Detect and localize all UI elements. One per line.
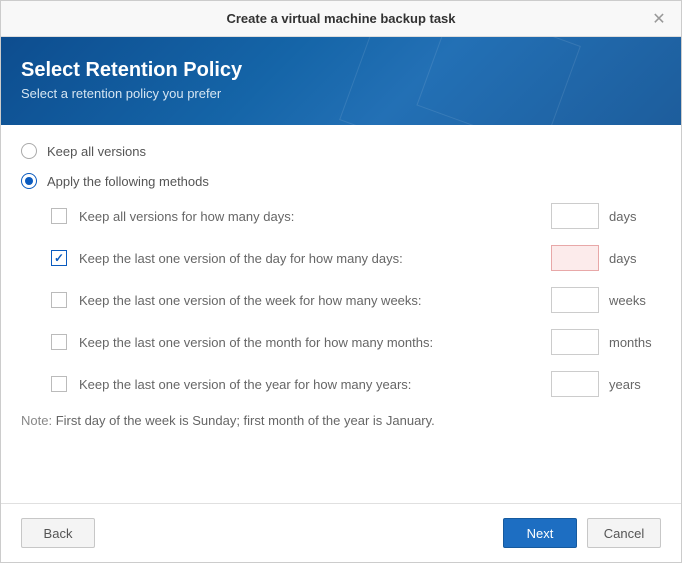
banner-subheading: Select a retention policy you prefer xyxy=(21,86,661,101)
note-body: First day of the week is Sunday; first m… xyxy=(56,413,435,428)
unit-label: weeks xyxy=(609,293,661,308)
radio-label: Keep all versions xyxy=(47,144,146,159)
radio-keep-all[interactable]: Keep all versions xyxy=(21,143,661,159)
method-row: Keep the last one version of the week fo… xyxy=(51,287,661,313)
method-input[interactable] xyxy=(551,329,599,355)
next-button[interactable]: Next xyxy=(503,518,577,548)
content-panel: Keep all versions Apply the following me… xyxy=(1,125,681,503)
cancel-button[interactable]: Cancel xyxy=(587,518,661,548)
window-title: Create a virtual machine backup task xyxy=(226,11,455,26)
radio-icon[interactable] xyxy=(21,173,37,189)
checkbox[interactable] xyxy=(51,292,67,308)
method-row: Keep the last one version of the day for… xyxy=(51,245,661,271)
method-row: Keep the last one version of the year fo… xyxy=(51,371,661,397)
unit-label: years xyxy=(609,377,661,392)
checkbox[interactable] xyxy=(51,208,67,224)
radio-apply-methods[interactable]: Apply the following methods xyxy=(21,173,661,189)
method-input[interactable] xyxy=(551,371,599,397)
method-row: Keep the last one version of the month f… xyxy=(51,329,661,355)
close-icon[interactable]: ✕ xyxy=(649,9,669,29)
method-input[interactable] xyxy=(551,203,599,229)
checkbox[interactable] xyxy=(51,376,67,392)
note-label: Note: xyxy=(21,413,56,428)
radio-label: Apply the following methods xyxy=(47,174,209,189)
unit-label: days xyxy=(609,251,661,266)
method-input[interactable] xyxy=(551,287,599,313)
radio-icon[interactable] xyxy=(21,143,37,159)
banner: Select Retention Policy Select a retenti… xyxy=(1,37,681,125)
method-label: Keep the last one version of the day for… xyxy=(79,251,551,266)
checkbox[interactable] xyxy=(51,250,67,266)
titlebar: Create a virtual machine backup task ✕ xyxy=(1,1,681,37)
method-row: Keep all versions for how many days: days xyxy=(51,203,661,229)
unit-label: days xyxy=(609,209,661,224)
method-label: Keep all versions for how many days: xyxy=(79,209,551,224)
method-label: Keep the last one version of the week fo… xyxy=(79,293,551,308)
checkbox[interactable] xyxy=(51,334,67,350)
note-text: Note: First day of the week is Sunday; f… xyxy=(21,413,661,428)
method-label: Keep the last one version of the month f… xyxy=(79,335,551,350)
banner-heading: Select Retention Policy xyxy=(21,59,661,82)
footer: Back Next Cancel xyxy=(1,503,681,562)
method-input[interactable] xyxy=(551,245,599,271)
back-button[interactable]: Back xyxy=(21,518,95,548)
method-label: Keep the last one version of the year fo… xyxy=(79,377,551,392)
unit-label: months xyxy=(609,335,661,350)
